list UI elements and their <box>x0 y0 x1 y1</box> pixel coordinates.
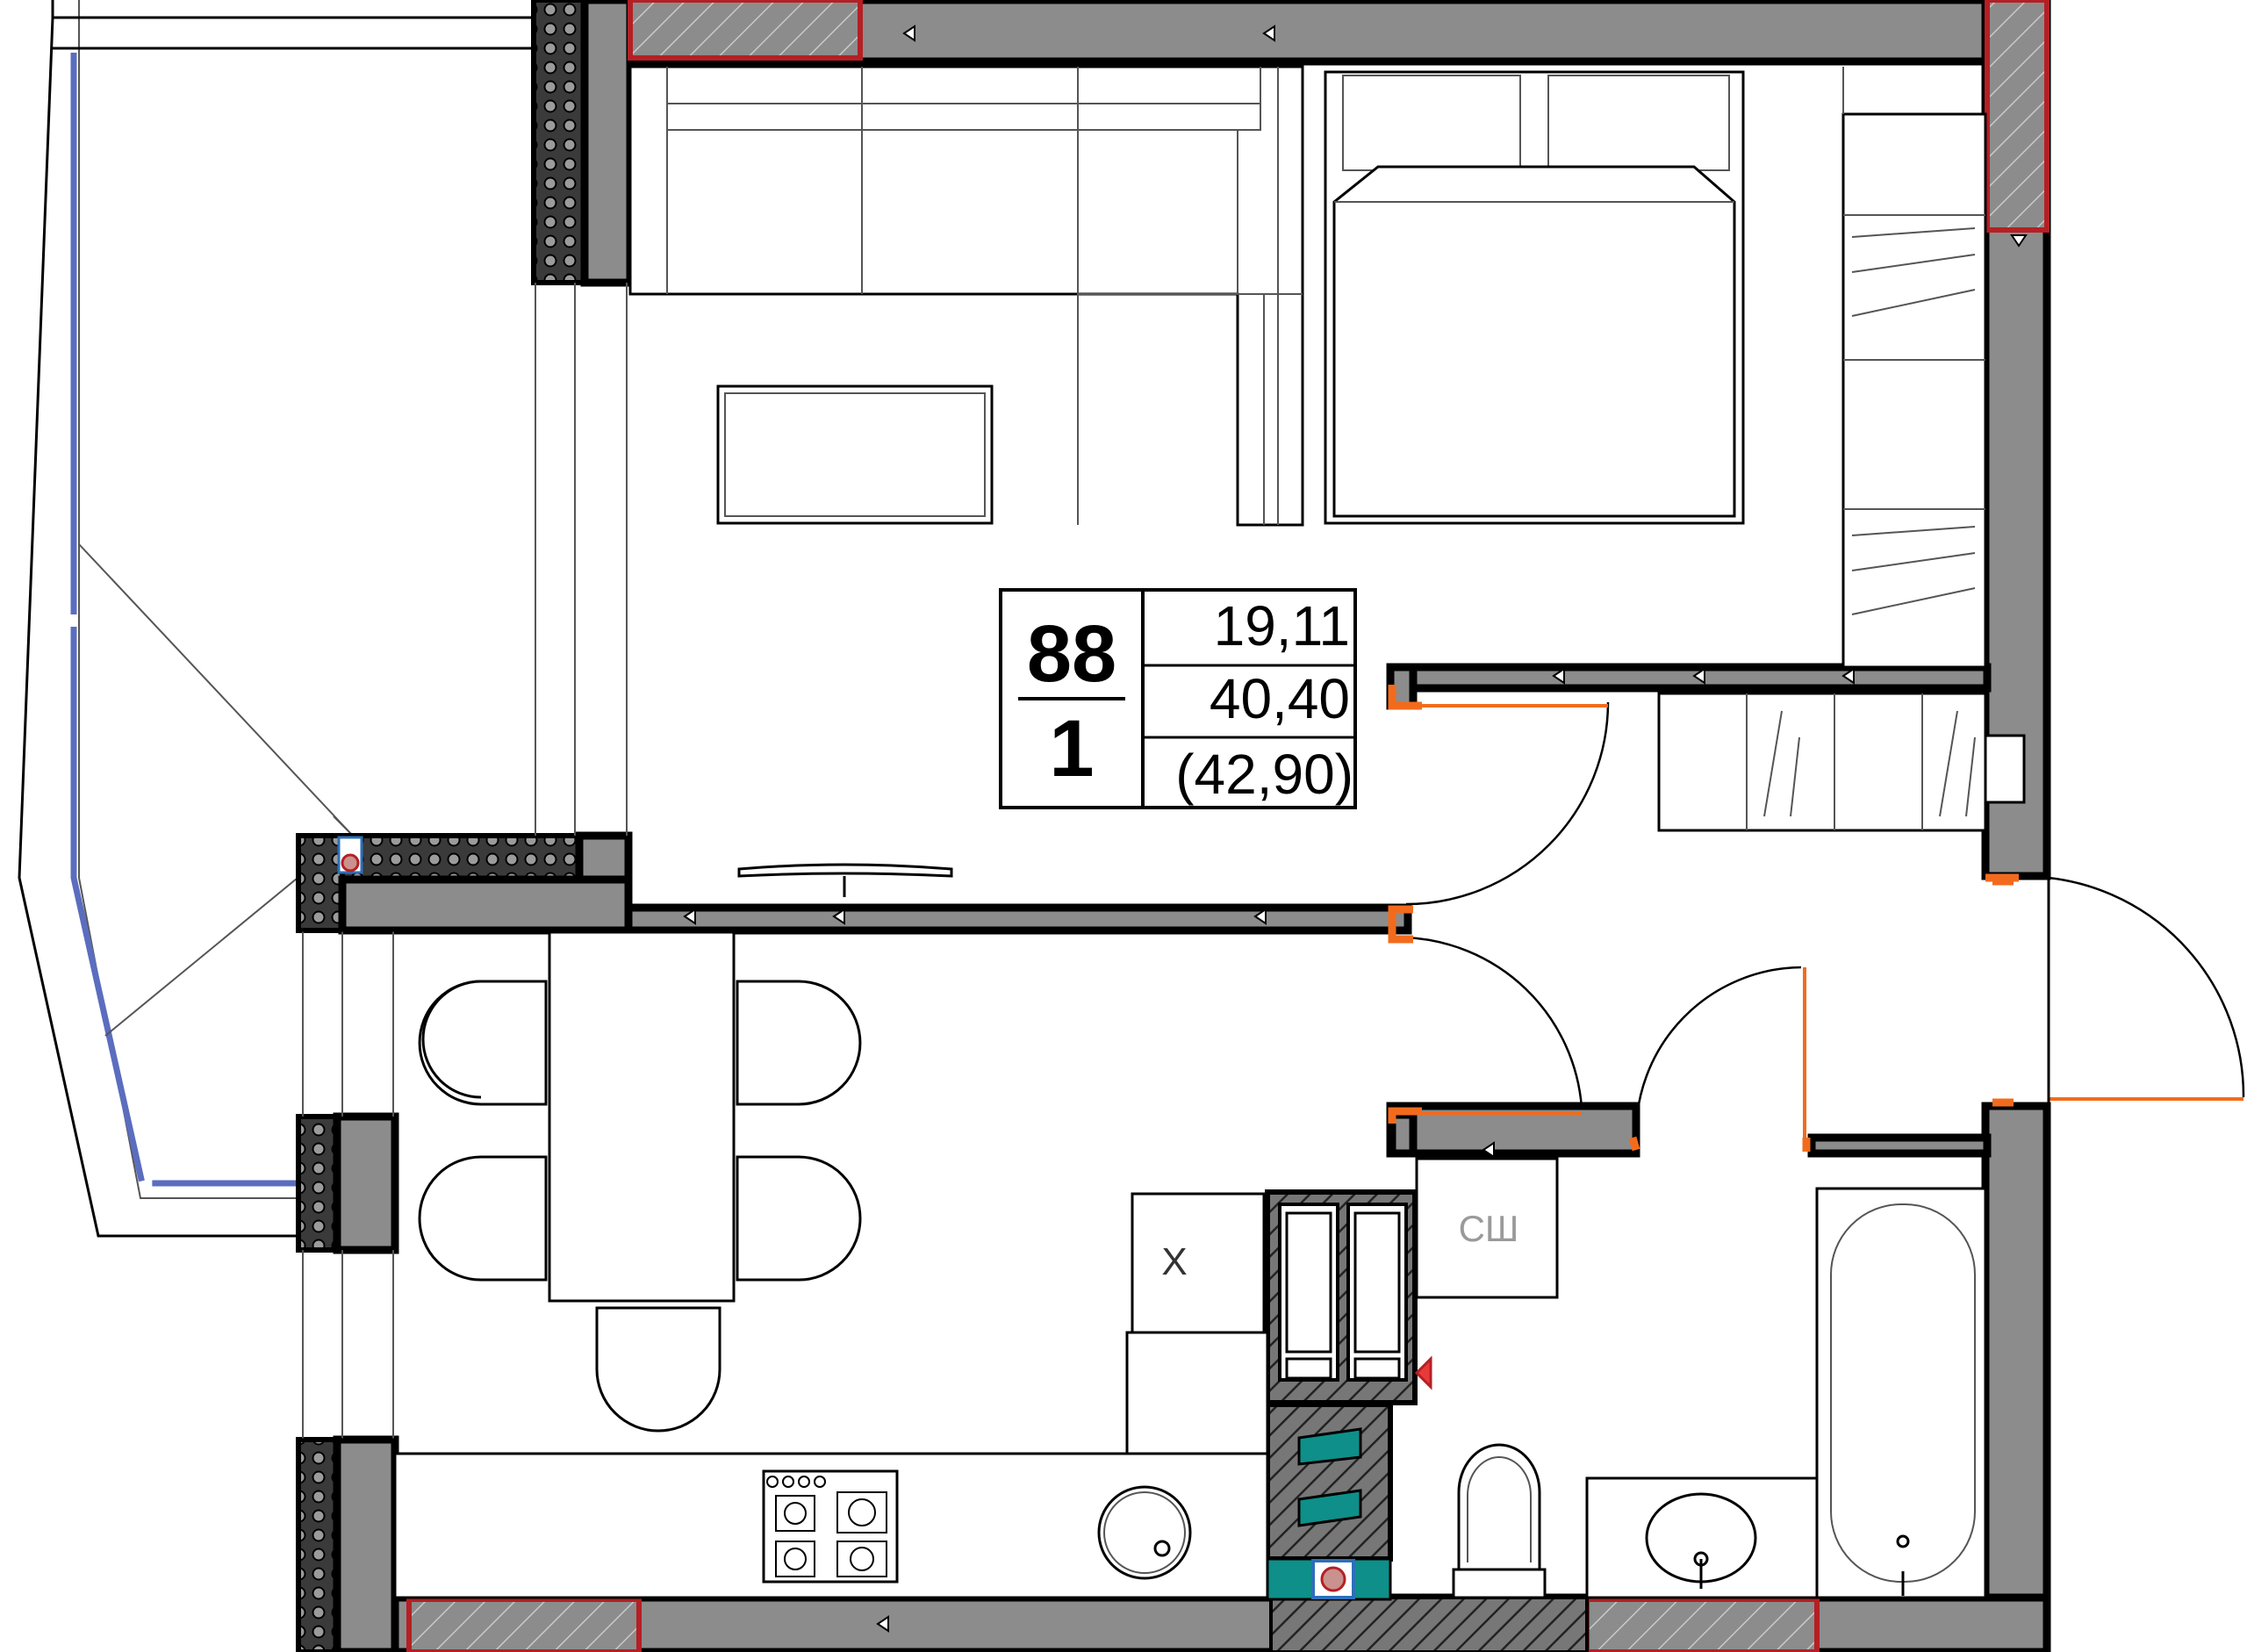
apartment-label: 88 1 19,11 40,40 (42,90) <box>999 588 1357 809</box>
room-count: 1 <box>1049 704 1094 794</box>
hall-wardrobe <box>1657 692 2026 832</box>
boiler-label: X <box>1161 1240 1187 1283</box>
bathtub <box>1815 1187 1987 1599</box>
kitchen-sink <box>1097 1485 1192 1580</box>
dining-set <box>418 930 862 1433</box>
washbasin <box>1585 1476 1819 1599</box>
wardrobe <box>1841 67 1987 669</box>
coffee-table <box>716 384 994 525</box>
total-area: 40,40 <box>1210 667 1350 730</box>
living-area: 19,11 <box>1214 594 1350 657</box>
shaft-box: СШ <box>1415 1157 1559 1299</box>
toilet <box>1452 1443 1547 1599</box>
total-area-with-balcony: (42,90) <box>1175 743 1353 806</box>
tv-unit <box>737 863 953 897</box>
cooktop <box>762 1469 899 1584</box>
bed <box>1324 70 1745 525</box>
floor-plan: X СШ 88 1 19,11 40,40 (42,90) <box>18 0 2245 1652</box>
apartment-number: 88 <box>1027 609 1116 699</box>
shaft-label: СШ <box>1459 1208 1519 1249</box>
